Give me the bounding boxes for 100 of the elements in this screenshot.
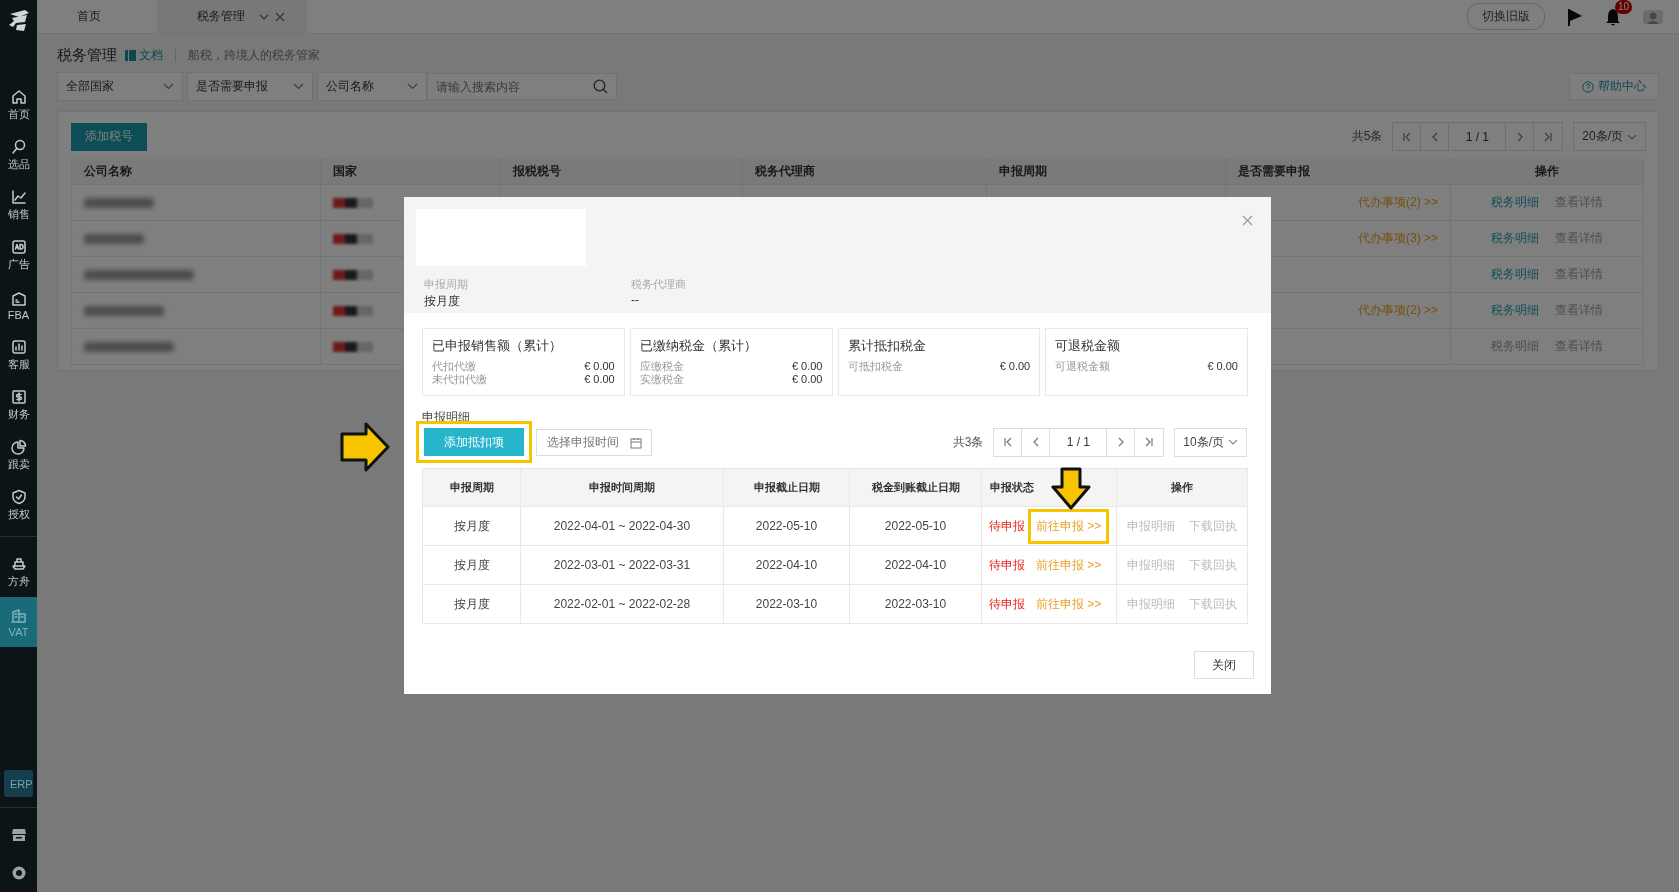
info-label: 申报周期 <box>424 277 469 292</box>
sidebar-item[interactable]: 财务 <box>0 380 37 430</box>
last-page-icon <box>1144 437 1155 447</box>
flag-icon <box>333 233 373 244</box>
amount-value: € 0.00 <box>584 373 615 386</box>
filter-select[interactable]: 是否需要申报 <box>187 72 313 101</box>
column-header: 国家 <box>321 159 501 185</box>
action-link[interactable]: 税务明细 <box>1491 302 1539 319</box>
table-cell: 2022-02-01 ~ 2022-02-28 <box>521 585 724 623</box>
sidebar-item[interactable]: 广告 <box>0 230 37 280</box>
close-icon[interactable] <box>1242 215 1253 226</box>
store-icon[interactable] <box>9 826 28 844</box>
sidebar-item[interactable]: VAT <box>0 597 37 647</box>
blurred-text <box>84 197 154 208</box>
amount-label: 实缴税金 <box>639 373 684 386</box>
info-value: -- <box>631 293 640 307</box>
help-center-button[interactable]: 帮助中心 <box>1569 73 1659 100</box>
sidebar-item[interactable]: 客服 <box>0 330 37 380</box>
todo-link[interactable]: 代办事项(2) >> <box>1358 194 1438 211</box>
card-title: 可退税金额 <box>1055 337 1122 355</box>
ad-icon <box>9 238 28 256</box>
column-header: 申报截止日期 <box>724 469 850 507</box>
avatar-icon[interactable] <box>1643 9 1663 24</box>
total-count: 共5条 <box>1351 128 1383 145</box>
switch-version-button[interactable]: 切换旧版 <box>1467 3 1545 30</box>
filter-select[interactable]: 公司名称 <box>317 72 427 101</box>
go-declare-link[interactable]: 前往申报 >> <box>1033 517 1105 535</box>
action-link[interactable]: 税务明细 <box>1491 230 1539 247</box>
sidebar-item[interactable]: 首页 <box>0 80 37 130</box>
amount-label: 应缴税金 <box>639 360 684 373</box>
table-cell: 2022-05-10 <box>850 507 982 546</box>
column-header: 税务代理商 <box>743 159 987 185</box>
sidebar-item[interactable]: 销售 <box>0 180 37 230</box>
flag-icon <box>333 305 373 316</box>
table-cell: 2022-04-10 <box>724 546 850 585</box>
status-text: 待申报 <box>989 556 1025 574</box>
column-header: 报税税号 <box>501 159 743 185</box>
column-header: 申报周期 <box>987 159 1226 185</box>
table-cell: 2022-04-10 <box>850 546 982 585</box>
total-count: 共3条 <box>952 433 984 451</box>
info-value: 按月度 <box>424 293 461 310</box>
erp-button[interactable]: ERP <box>4 770 33 797</box>
line-chart-icon <box>9 188 28 206</box>
search-field[interactable]: 请输入搜索内容 <box>427 73 617 100</box>
date-field[interactable]: 选择申报时间 <box>536 428 652 456</box>
chevron-down-icon <box>163 83 174 90</box>
todo-link[interactable]: 代办事项(3) >> <box>1358 230 1438 247</box>
column-header: 税金到账截止日期 <box>850 469 982 507</box>
page-tab[interactable]: 税务管理 <box>157 0 307 33</box>
action-link[interactable]: 税务明细 <box>1491 194 1539 211</box>
add-tax-number-button[interactable]: 添加税号 <box>71 122 147 151</box>
blurred-text <box>84 233 144 244</box>
page-size-select[interactable]: 10条/页 <box>1174 427 1247 457</box>
go-declare-link[interactable]: 前往申报 >> <box>1033 556 1105 574</box>
pie-chart-icon <box>9 438 28 456</box>
table-cell: 按月度 <box>423 546 521 585</box>
building-icon <box>9 606 28 625</box>
doc-link[interactable]: 文档 <box>125 46 163 64</box>
info-label: 税务代理商 <box>631 277 687 292</box>
sidebar-item[interactable]: 方舟 <box>0 547 37 597</box>
amount-value: € 0.00 <box>791 373 823 386</box>
first-page-icon <box>1002 437 1013 447</box>
sidebar-item[interactable]: FBA <box>0 280 37 330</box>
flag-icon <box>333 341 373 352</box>
sidebar-item[interactable]: 选品 <box>0 130 37 180</box>
table-cell: 按月度 <box>423 585 521 623</box>
amount-label: 代扣代缴 <box>432 360 476 373</box>
table-cell: 按月度 <box>423 507 521 546</box>
status-text: 待申报 <box>989 595 1025 613</box>
filter-select[interactable]: 全部国家 <box>57 72 183 101</box>
table-cell: 2022-03-01 ~ 2022-03-31 <box>521 546 724 585</box>
search-icon <box>593 79 608 94</box>
column-header: 申报周期 <box>423 469 521 507</box>
table-cell: 2022-03-10 <box>850 585 982 623</box>
bar-chart-icon <box>9 338 28 356</box>
card-title: 累计抵扣税金 <box>847 337 927 355</box>
amount-label: 可抵扣税金 <box>847 360 903 373</box>
pointer-arrow <box>339 420 391 474</box>
add-deduction-button[interactable]: 添加抵扣项 <box>424 428 524 456</box>
go-declare-link[interactable]: 前往申报 >> <box>1033 595 1105 613</box>
close-button[interactable]: 关闭 <box>1194 651 1254 679</box>
table-cell: 2022-04-01 ~ 2022-04-30 <box>521 507 724 546</box>
flag-icon <box>333 269 373 280</box>
close-icon[interactable] <box>275 11 285 22</box>
chevron-down-icon <box>1627 133 1637 140</box>
last-page-icon <box>1543 131 1554 142</box>
page-size-select[interactable]: 20条/页 <box>1573 122 1646 151</box>
page-tab[interactable]: 首页 <box>37 0 157 33</box>
amount-value: € 0.00 <box>1207 360 1238 373</box>
sidebar-item[interactable]: 跟卖 <box>0 430 37 480</box>
table-cell: 2022-03-10 <box>724 585 850 623</box>
amount-value: € 0.00 <box>584 360 615 373</box>
todo-link[interactable]: 代办事项(2) >> <box>1358 302 1438 319</box>
flag-icon[interactable] <box>1567 7 1583 26</box>
search-icon <box>9 138 28 156</box>
sidebar-item[interactable]: 授权 <box>0 480 37 530</box>
calendar-icon <box>630 436 642 449</box>
action-link[interactable]: 税务明细 <box>1491 266 1539 283</box>
column-header: 操作 <box>1451 159 1644 185</box>
shield-icon <box>9 488 28 506</box>
